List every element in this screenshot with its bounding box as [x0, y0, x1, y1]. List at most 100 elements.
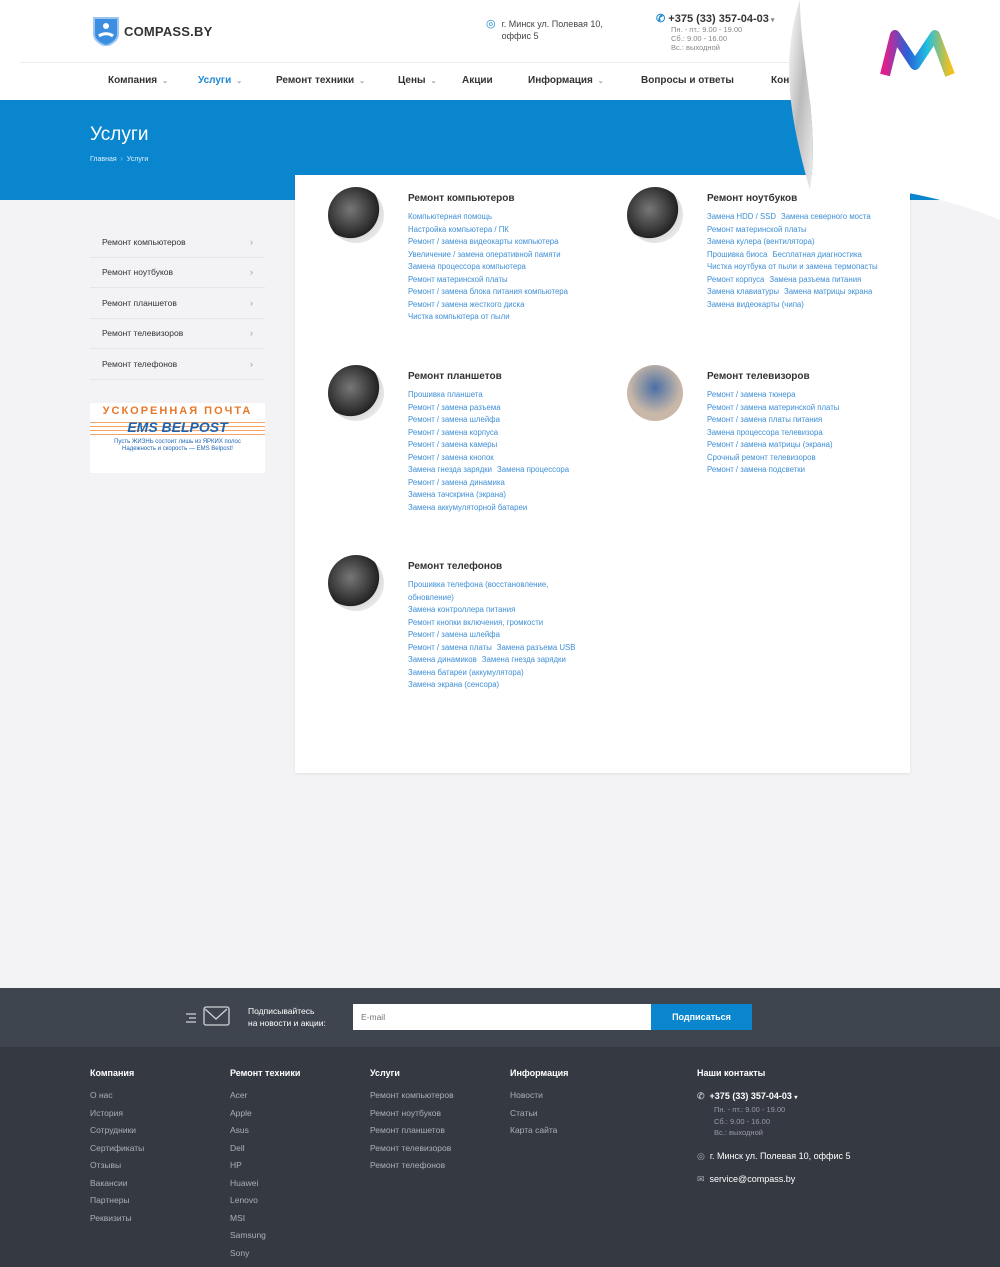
service-link[interactable]: Замена экрана (сенсора)	[408, 680, 499, 689]
footer-link[interactable]: Ремонт планшетов	[370, 1122, 454, 1140]
footer-link[interactable]: HP	[230, 1157, 300, 1175]
service-link[interactable]: Замена разъема USB	[497, 643, 576, 652]
footer-phone[interactable]: +375 (33) 357-04-03	[710, 1091, 792, 1101]
footer-link[interactable]: Samsung	[230, 1227, 300, 1245]
footer-link[interactable]: Карта сайта	[510, 1122, 568, 1140]
subscribe-button[interactable]: Подписаться	[651, 1004, 752, 1030]
footer-link[interactable]: Acer	[230, 1087, 300, 1105]
service-link[interactable]: Ремонт / замена тюнера	[707, 390, 795, 399]
footer-link[interactable]: MSI	[230, 1210, 300, 1228]
service-link[interactable]: Ремонт / замена кнопок	[408, 453, 494, 462]
phone-number[interactable]: +375 (33) 357-04-03	[668, 13, 769, 25]
breadcrumb-home[interactable]: Главная	[90, 156, 117, 163]
chevron-down-icon[interactable]: ▾	[794, 1095, 797, 1101]
service-link[interactable]: Замена клавиатуры	[707, 287, 779, 296]
logo[interactable]: COMPASS.BY	[92, 16, 212, 46]
footer-link[interactable]: Ремонт телефонов	[370, 1157, 454, 1175]
service-link[interactable]: Ремонт / замена видеокарты компьютера	[408, 237, 558, 246]
footer-link[interactable]: Сертификаты	[90, 1140, 144, 1158]
section-title[interactable]: Ремонт планшетов	[408, 371, 598, 382]
service-link[interactable]: Ремонт / замена блока питания компьютера	[408, 287, 568, 296]
service-link[interactable]: Прошивка биоса	[707, 250, 768, 259]
sidebar-item-phones[interactable]: Ремонт телефонов ›	[90, 349, 265, 380]
service-link[interactable]: Срочный ремонт телевизоров	[707, 453, 816, 462]
footer-link[interactable]: Вакансии	[90, 1175, 144, 1193]
sidebar-item-tablets[interactable]: Ремонт планшетов ›	[90, 288, 265, 319]
nav-info[interactable]: Информация ⌄	[528, 75, 604, 86]
service-link[interactable]: Ремонт материнской платы	[707, 225, 807, 234]
service-link[interactable]: Замена процессора	[497, 465, 569, 474]
section-title[interactable]: Ремонт телевизоров	[707, 371, 897, 382]
service-link[interactable]: Увеличение / замена оперативной памяти	[408, 250, 561, 259]
footer-link[interactable]: Партнеры	[90, 1192, 144, 1210]
sidebar-item-computers[interactable]: Ремонт компьютеров ›	[90, 227, 265, 258]
service-link[interactable]: Ремонт / замена подсветки	[707, 465, 805, 474]
service-link[interactable]: Ремонт / замена корпуса	[408, 428, 498, 437]
footer-link[interactable]: Ремонт телевизоров	[370, 1140, 454, 1158]
service-link[interactable]: Ремонт / замена динамика	[408, 478, 505, 487]
service-link[interactable]: Компьютерная помощь	[408, 212, 492, 221]
service-link[interactable]: Замена HDD / SSD	[707, 212, 776, 221]
footer-link[interactable]: Dell	[230, 1140, 300, 1158]
service-link[interactable]: Ремонт корпуса	[707, 275, 764, 284]
footer-link[interactable]: Huawei	[230, 1175, 300, 1193]
chevron-down-icon[interactable]: ▾	[769, 17, 775, 24]
service-link[interactable]: Замена тачскрина (экрана)	[408, 490, 506, 499]
service-link[interactable]: Ремонт / замена платы питания	[707, 415, 822, 424]
email-input[interactable]	[353, 1004, 651, 1030]
service-link[interactable]: Ремонт / замена камеры	[408, 440, 497, 449]
service-link[interactable]: Ремонт материнской платы	[408, 275, 508, 284]
nav-promo[interactable]: Акции	[462, 75, 493, 86]
service-link[interactable]: Прошивка телефона (восстановление, обнов…	[408, 580, 548, 602]
footer-link[interactable]: Сотрудники	[90, 1122, 144, 1140]
footer-link[interactable]: О нас	[90, 1087, 144, 1105]
service-link[interactable]: Замена батареи (аккумулятора)	[408, 668, 524, 677]
footer-link[interactable]: Реквизиты	[90, 1210, 144, 1228]
service-link[interactable]: Замена аккумуляторной батареи	[408, 503, 527, 512]
service-link[interactable]: Ремонт / замена платы	[408, 643, 492, 652]
service-link[interactable]: Ремонт / замена матрицы (экрана)	[707, 440, 833, 449]
service-link[interactable]: Замена процессора компьютера	[408, 262, 526, 271]
service-link[interactable]: Замена разъема питания	[769, 275, 861, 284]
service-link[interactable]: Ремонт / замена шлейфа	[408, 630, 500, 639]
footer-link[interactable]: Lenovo	[230, 1192, 300, 1210]
nav-prices[interactable]: Цены ⌄	[398, 75, 436, 86]
service-link[interactable]: Ремонт / замена материнской платы	[707, 403, 839, 412]
service-link[interactable]: Замена видеокарты (чипа)	[707, 300, 804, 309]
nav-services[interactable]: Услуги ⌄	[198, 75, 242, 86]
section-title[interactable]: Ремонт компьютеров	[408, 193, 598, 204]
service-link[interactable]: Замена гнезда зарядки	[408, 465, 492, 474]
footer-link[interactable]: Sony	[230, 1245, 300, 1263]
service-link[interactable]: Чистка ноутбука от пыли и замена термопа…	[707, 262, 878, 271]
service-link[interactable]: Ремонт / замена шлейфа	[408, 415, 500, 424]
footer-link[interactable]: Статьи	[510, 1105, 568, 1123]
footer-link[interactable]: Ремонт компьютеров	[370, 1087, 454, 1105]
section-title[interactable]: Ремонт телефонов	[408, 561, 598, 572]
sidebar-item-laptops[interactable]: Ремонт ноутбуков ›	[90, 258, 265, 288]
page-curl-ad[interactable]	[780, 0, 1000, 220]
service-link[interactable]: Чистка компьютера от пыли	[408, 312, 510, 321]
service-link[interactable]: Замена контроллера питания	[408, 605, 515, 614]
ems-banner[interactable]: УСКОРЕННАЯ ПОЧТА EMS BELPOST Пусть ЖИЗНЬ…	[90, 403, 265, 473]
footer-link[interactable]: Asus	[230, 1122, 300, 1140]
nav-faq[interactable]: Вопросы и ответы	[641, 75, 734, 86]
footer-link[interactable]: Отзывы	[90, 1157, 144, 1175]
sidebar-item-tvs[interactable]: Ремонт телевизоров ›	[90, 319, 265, 349]
service-link[interactable]: Прошивка планшета	[408, 390, 483, 399]
service-link[interactable]: Замена динамиков	[408, 655, 477, 664]
service-link[interactable]: Замена кулера (вентилятора)	[707, 237, 815, 246]
footer-email[interactable]: service@compass.by	[710, 1174, 796, 1184]
footer-link[interactable]: Новости	[510, 1087, 568, 1105]
nav-repair[interactable]: Ремонт техники ⌄	[276, 75, 365, 86]
footer-link[interactable]: Ремонт ноутбуков	[370, 1105, 454, 1123]
service-link[interactable]: Бесплатная диагностика	[773, 250, 862, 259]
service-link[interactable]: Ремонт кнопки включения, громкости	[408, 618, 543, 627]
service-link[interactable]: Замена процессора телевизора	[707, 428, 823, 437]
service-link[interactable]: Ремонт / замена разъема	[408, 403, 501, 412]
service-link[interactable]: Замена матрицы экрана	[784, 287, 872, 296]
footer-link[interactable]: История	[90, 1105, 144, 1123]
footer-link[interactable]: Apple	[230, 1105, 300, 1123]
service-link[interactable]: Замена гнезда зарядки	[482, 655, 566, 664]
service-link[interactable]: Настройка компьютера / ПК	[408, 225, 509, 234]
service-link[interactable]: Ремонт / замена жесткого диска	[408, 300, 524, 309]
